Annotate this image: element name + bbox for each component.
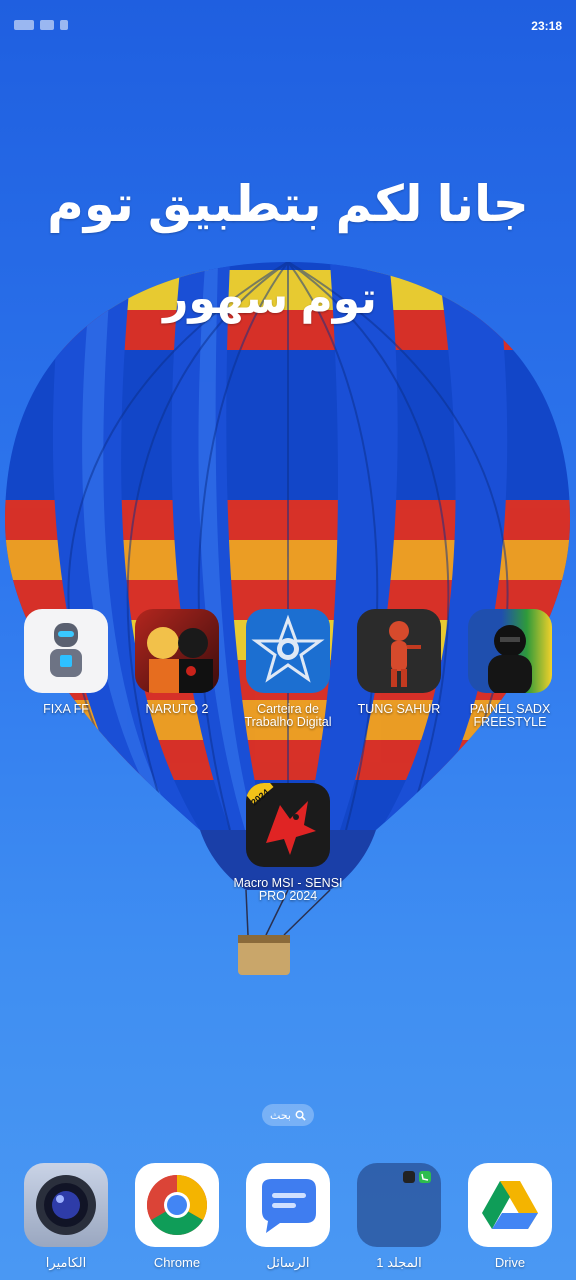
app-label: NARUTO 2 [145,702,209,716]
character-icon [357,609,441,693]
battery-icon [40,20,54,30]
app-tung-sahur[interactable]: TUNG SAHUR [344,609,454,716]
anime-icon [135,609,219,693]
search-icon [295,1110,306,1121]
app-macro-msi[interactable]: 2024 Macro MSI - SENSI PRO 2024 [233,783,343,903]
dock-chrome[interactable]: Chrome [122,1163,232,1270]
dock-label: الكاميرا [45,1255,87,1270]
app-label: PAINEL SADX FREESTYLE [469,702,551,729]
app-label: Carteira de Trabalho Digital [244,702,332,729]
robot-icon [24,609,108,693]
headline-line1: جانا لكم بتطبيق توم [47,176,529,232]
app-carteira-de-trabalho-digital[interactable]: Carteira de Trabalho Digital [233,609,343,729]
clock: 23:18 [531,19,562,33]
dragon-icon: 2024 [246,783,330,867]
dock-label: الرسائل [266,1255,310,1270]
status-bar: 23:18 [0,0,576,52]
app-label: Macro MSI - SENSI PRO 2024 [233,876,343,903]
app-naruto-2[interactable]: NARUTO 2 [122,609,232,716]
dock-camera[interactable]: الكاميرا [11,1163,121,1271]
headline: جانا لكم بتطبيق توم توم سهور [0,175,576,323]
drive-icon [468,1163,552,1247]
dock-messages[interactable]: الرسائل [233,1163,343,1271]
search-button[interactable]: بحث [262,1104,314,1126]
signal-icon [14,20,34,30]
notification-icon [60,20,68,30]
status-icons [14,20,68,30]
search-label: بحث [270,1109,291,1122]
app-painel-sadx-freestyle[interactable]: PAINEL SADX FREESTYLE [455,609,565,729]
chrome-icon [135,1163,219,1247]
folder-icon [357,1163,441,1247]
camera-icon [24,1163,108,1247]
dock-label: Drive [494,1255,526,1270]
dock-folder[interactable]: المجلد 1 [344,1163,454,1271]
dock-drive[interactable]: Drive [455,1163,565,1270]
dock-label: المجلد 1 [376,1255,422,1270]
masked-figure-icon [468,609,552,693]
app-fixa-ff[interactable]: FIXA FF [11,609,121,716]
app-label: FIXA FF [43,702,89,716]
headline-line2: توم سهور [163,274,377,323]
app-label: TUNG SAHUR [357,702,441,716]
messages-icon [246,1163,330,1247]
coat-of-arms-icon [246,609,330,693]
dock-label: Chrome [153,1255,201,1270]
